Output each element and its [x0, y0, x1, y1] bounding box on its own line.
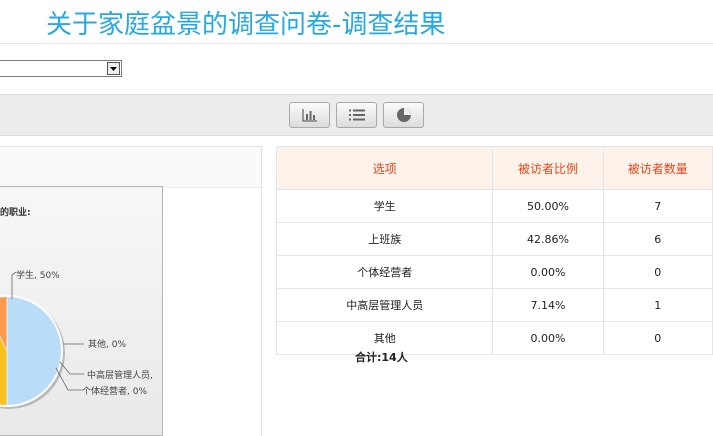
- pie-label-manager: 中高层管理人员,: [87, 369, 153, 381]
- total-count: 合计:14人: [355, 351, 408, 364]
- header-divider: [0, 43, 713, 44]
- cell-option: 个体经营者: [275, 255, 494, 289]
- list-icon: [348, 109, 365, 121]
- cell-ratio: 0.00%: [492, 321, 604, 355]
- pie-chart-button[interactable]: [383, 102, 424, 128]
- chart-toolbar: [0, 94, 713, 136]
- header-option: 选项: [275, 146, 494, 190]
- pie-label-other: 其他, 0%: [88, 338, 126, 350]
- header-count: 被访者数量: [602, 146, 713, 190]
- cell-option: 中高层管理人员: [275, 288, 494, 322]
- chart-panel-header: [0, 147, 261, 188]
- cell-count: 0: [602, 255, 713, 289]
- bar-chart-button[interactable]: [289, 102, 330, 128]
- list-view-button[interactable]: [336, 102, 377, 128]
- cell-option: 上班族: [275, 222, 494, 256]
- cell-count: 6: [602, 222, 713, 256]
- pie-label-student: 学生, 50%: [16, 269, 60, 281]
- table-row: 其他 0.00% 0: [275, 321, 713, 355]
- pie-label-self-employed: 个体经营者, 0%: [82, 385, 147, 397]
- cell-count: 0: [602, 321, 713, 355]
- table-row: 学生 50.00% 7: [275, 189, 713, 223]
- cell-ratio: 7.14%: [492, 288, 604, 322]
- page-title: 关于家庭盆景的调查问卷-调查结果: [46, 10, 446, 40]
- chevron-down-icon[interactable]: [107, 62, 120, 75]
- pie-slice-0: [6, 295, 63, 407]
- cell-ratio: 50.00%: [492, 189, 604, 223]
- table-row: 个体经营者 0.00% 0: [275, 255, 713, 289]
- table-row: 上班族 42.86% 6: [275, 222, 713, 256]
- cell-count: 7: [602, 189, 713, 223]
- table-header-row: 选项 被访者比例 被访者数量: [275, 146, 713, 190]
- cell-option: 学生: [275, 189, 494, 223]
- question-select[interactable]: [0, 60, 122, 77]
- bar-chart-icon: [301, 109, 317, 122]
- cell-count: 1: [602, 288, 713, 322]
- pie-chart: 学生, 50% 其他, 0% 中高层管理人员, 个体经营者, 0%: [0, 269, 153, 409]
- results-table: 选项 被访者比例 被访者数量 学生 50.00% 7 上班族 42.86% 6 …: [275, 146, 713, 355]
- header-ratio: 被访者比例: [492, 146, 604, 190]
- cell-ratio: 42.86%: [492, 222, 604, 256]
- cell-ratio: 0.00%: [492, 255, 604, 289]
- pie-chart-icon: [396, 108, 411, 122]
- table-row: 中高层管理人员 7.14% 1: [275, 288, 713, 322]
